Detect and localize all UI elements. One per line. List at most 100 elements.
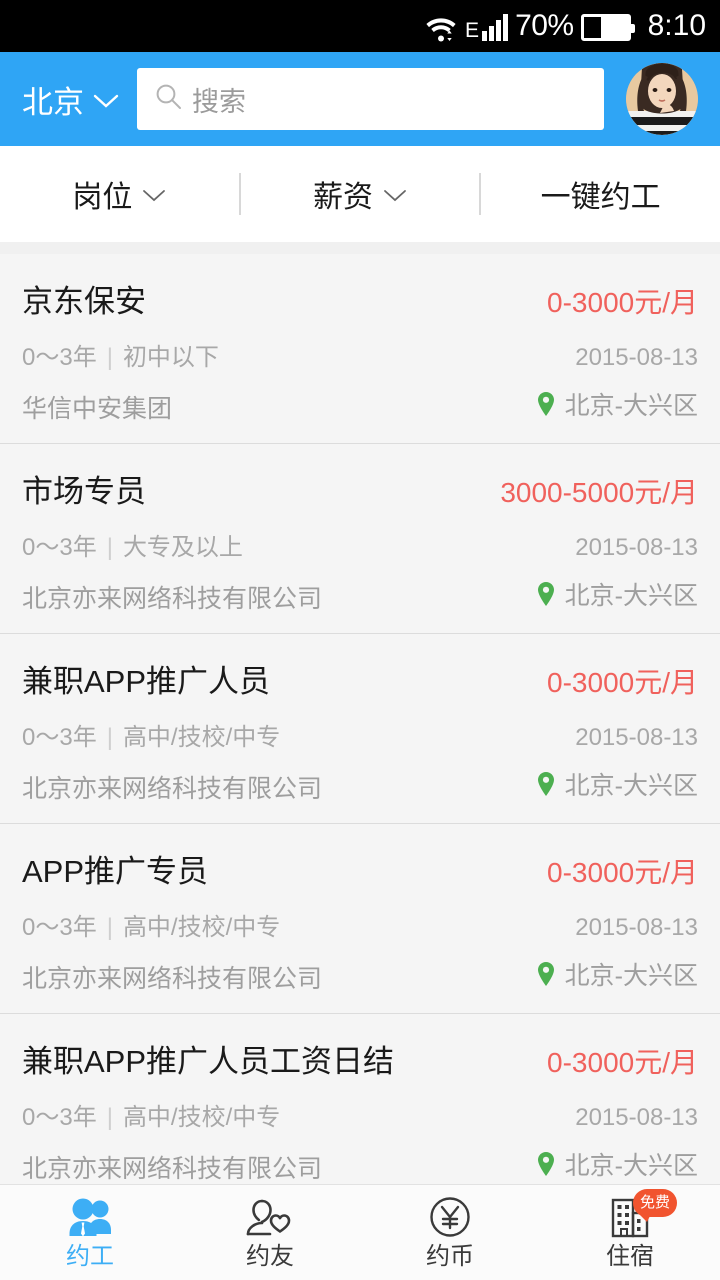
job-company: 北京亦来网络科技有限公司 xyxy=(22,1155,323,1183)
battery-level-fill xyxy=(601,17,628,38)
job-list-item[interactable]: 兼职APP推广人员工资日结 0-3000元/月 0～3年 | 高中/技校/中专 2015-… xyxy=(0,1014,720,1204)
tab-jobs-label: 约工 xyxy=(66,1243,114,1270)
filter-position[interactable]: 岗位 xyxy=(0,146,239,242)
job-date: 2015-08-13 xyxy=(575,724,698,751)
job-location-label: 北京-大兴区 xyxy=(564,392,698,420)
one-click-hire-label: 一键约工 xyxy=(540,181,661,214)
meta-separator: | xyxy=(106,914,113,941)
job-education: 大专及以上 xyxy=(122,534,243,561)
job-company: 北京亦来网络科技有限公司 xyxy=(22,775,323,803)
tab-lodging[interactable]: 免费 住宿 xyxy=(540,1189,720,1270)
avatar[interactable] xyxy=(626,63,698,135)
status-bar-clock: 8:10 xyxy=(647,9,706,42)
chevron-down-icon xyxy=(142,177,166,211)
yuan-circle-icon xyxy=(427,1195,473,1241)
free-badge: 免费 xyxy=(633,1189,678,1222)
job-experience: 0～3年 xyxy=(22,914,97,941)
job-list[interactable]: 京东保安 0-3000元/月 0～3年 | 初中以下 2015-08-13 华信中安集团 北京… xyxy=(0,254,720,1280)
city-selector[interactable]: 北京 xyxy=(22,77,119,122)
job-requirements: 0～3年 | 初中以下 xyxy=(22,337,219,372)
job-salary: 0-3000元/月 xyxy=(547,667,698,698)
job-company: 北京亦来网络科技有限公司 xyxy=(22,965,323,993)
job-list-item[interactable]: 兼职APP推广人员 0-3000元/月 0～3年 | 高中/技校/中专 2015-08-1… xyxy=(0,634,720,824)
job-location: 北京-大兴区 xyxy=(536,956,698,992)
search-input[interactable]: 搜索 xyxy=(137,68,604,130)
job-location-label: 北京-大兴区 xyxy=(564,772,698,800)
battery-percent-label: 70% xyxy=(515,9,574,42)
status-bar-icons: E 70% 8:10 xyxy=(424,9,706,42)
filter-salary-label: 薪资 xyxy=(313,181,373,214)
job-location: 北京-大兴区 xyxy=(536,1146,698,1182)
cellular-signal-icon: E xyxy=(465,13,509,42)
job-education: 高中/技校/中专 xyxy=(122,724,281,751)
tab-jobs[interactable]: 约工 xyxy=(0,1195,180,1270)
person-heart-icon xyxy=(242,1195,298,1241)
job-location: 北京-大兴区 xyxy=(536,386,698,422)
two-people-icon xyxy=(64,1195,116,1241)
job-location-label: 北京-大兴区 xyxy=(564,962,698,990)
battery-icon xyxy=(580,14,635,41)
job-salary: 3000-5000元/月 xyxy=(500,477,698,508)
meta-separator: | xyxy=(106,344,113,371)
city-label: 北京 xyxy=(22,84,84,120)
app-header: 北京 搜索 xyxy=(0,52,720,146)
job-location-label: 北京-大兴区 xyxy=(564,1152,698,1180)
job-list-item[interactable]: 京东保安 0-3000元/月 0～3年 | 初中以下 2015-08-13 华信中安集团 北京… xyxy=(0,254,720,444)
meta-separator: | xyxy=(106,1104,113,1131)
job-salary: 0-3000元/月 xyxy=(547,287,698,318)
job-experience: 0～3年 xyxy=(22,534,97,561)
signal-bar-3 xyxy=(496,20,502,41)
meta-separator: | xyxy=(106,534,113,561)
job-salary: 0-3000元/月 xyxy=(547,1047,698,1078)
meta-separator: | xyxy=(106,724,113,751)
job-title: 市场专员 xyxy=(22,474,146,509)
wifi-icon xyxy=(424,11,458,42)
job-list-item[interactable]: 市场专员 3000-5000元/月 0～3年 | 大专及以上 2015-08-13 北京亦来… xyxy=(0,444,720,634)
job-list-item[interactable]: APP推广专员 0-3000元/月 0～3年 | 高中/技校/中专 2015-08-13 北… xyxy=(0,824,720,1014)
job-title: 兼职APP推广人员工资日结 xyxy=(22,1044,395,1079)
job-salary: 0-3000元/月 xyxy=(547,857,698,888)
search-placeholder: 搜索 xyxy=(192,86,246,117)
job-company: 北京亦来网络科技有限公司 xyxy=(22,585,323,613)
job-company: 华信中安集团 xyxy=(22,395,173,423)
job-experience: 0～3年 xyxy=(22,724,97,751)
job-requirements: 0～3年 | 大专及以上 xyxy=(22,527,243,562)
tab-coins[interactable]: 约币 xyxy=(360,1195,540,1270)
job-education: 高中/技校/中专 xyxy=(122,914,281,941)
job-title: 京东保安 xyxy=(22,284,146,319)
tab-lodging-label: 住宿 xyxy=(606,1243,654,1270)
job-education: 初中以下 xyxy=(122,344,219,371)
filter-position-label: 岗位 xyxy=(72,181,133,214)
location-pin-icon xyxy=(536,1151,556,1177)
signal-bar-4 xyxy=(503,14,509,41)
chevron-down-icon xyxy=(383,177,407,211)
job-date: 2015-08-13 xyxy=(575,534,698,561)
location-pin-icon xyxy=(536,391,556,417)
building-icon: 免费 xyxy=(607,1189,678,1241)
section-gap xyxy=(0,242,720,254)
job-requirements: 0～3年 | 高中/技校/中专 xyxy=(22,1097,280,1132)
search-icon xyxy=(155,83,182,115)
tab-friends[interactable]: 约友 xyxy=(180,1195,360,1270)
job-location-label: 北京-大兴区 xyxy=(564,582,698,610)
job-experience: 0～3年 xyxy=(22,1104,97,1131)
job-experience: 0～3年 xyxy=(22,344,97,371)
job-location: 北京-大兴区 xyxy=(536,576,698,612)
one-click-hire-button[interactable]: 一键约工 xyxy=(481,146,720,242)
status-bar: E 70% 8:10 xyxy=(0,0,720,52)
job-date: 2015-08-13 xyxy=(575,914,698,941)
chevron-down-icon xyxy=(93,81,119,117)
job-title: 兼职APP推广人员 xyxy=(22,664,271,699)
location-pin-icon xyxy=(536,581,556,607)
bottom-tab-bar: 约工 约友 约币 免费 住宿 xyxy=(0,1184,720,1280)
tab-coins-label: 约币 xyxy=(426,1243,474,1270)
filter-salary[interactable]: 薪资 xyxy=(241,146,480,242)
tab-friends-label: 约友 xyxy=(246,1243,294,1270)
job-location: 北京-大兴区 xyxy=(536,766,698,802)
location-pin-icon xyxy=(536,961,556,987)
network-type-label: E xyxy=(465,19,480,42)
job-date: 2015-08-13 xyxy=(575,344,698,371)
signal-bar-1 xyxy=(482,31,488,41)
job-education: 高中/技校/中专 xyxy=(122,1104,281,1131)
app-root: E 70% 8:10 北京 搜索 岗位 薪资 一键约工 京东保安 0-3000元… xyxy=(0,0,720,1280)
